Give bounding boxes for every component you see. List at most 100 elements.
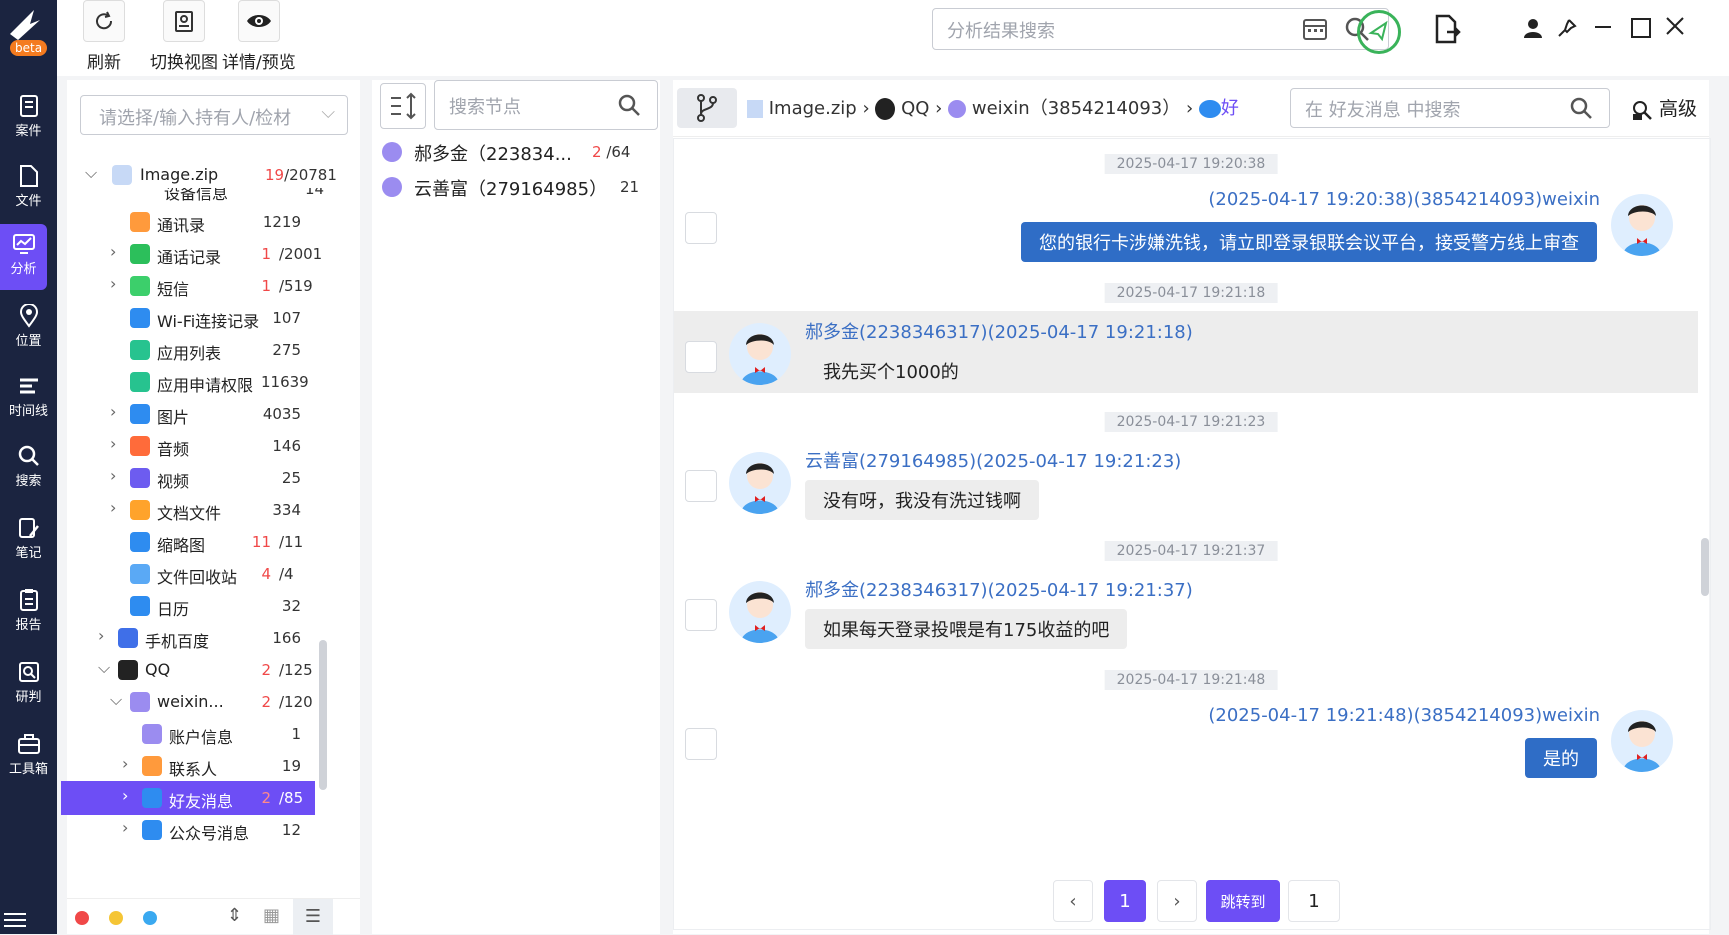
tree-item[interactable]: 通讯录 1219 bbox=[67, 205, 347, 239]
search-icon[interactable] bbox=[1569, 96, 1593, 120]
tree-item[interactable]: 应用列表 275 bbox=[67, 333, 347, 367]
chevron-right-icon[interactable]: › bbox=[110, 498, 116, 517]
chevron-right-icon[interactable]: › bbox=[110, 466, 116, 485]
message-checkbox[interactable] bbox=[685, 212, 717, 244]
chat-search-input[interactable]: 在 好友消息 中搜索 bbox=[1290, 88, 1610, 128]
maximize-icon[interactable] bbox=[1631, 18, 1651, 38]
nav-judge[interactable]: 研判 bbox=[0, 652, 57, 718]
tree-item[interactable]: › 联系人 19 bbox=[67, 749, 347, 783]
tree-item[interactable]: 应用申请权限 11639 bbox=[67, 365, 347, 399]
close-icon[interactable] bbox=[1665, 16, 1685, 40]
chevron-right-icon[interactable]: › bbox=[110, 402, 116, 421]
node-item[interactable]: 云善富（279164985） 21 bbox=[372, 170, 652, 204]
pin-icon[interactable] bbox=[1557, 18, 1577, 42]
chevron-right-icon[interactable]: › bbox=[122, 818, 128, 837]
jump-page-input[interactable]: 1 bbox=[1288, 880, 1340, 922]
chevron-right-icon[interactable]: › bbox=[110, 274, 116, 293]
sort-button[interactable] bbox=[380, 83, 426, 129]
owner-select[interactable]: 请选择/输入持有人/检材 ⌵ bbox=[80, 95, 348, 135]
tree-item[interactable]: › 手机百度 166 bbox=[67, 621, 347, 655]
tree-item[interactable]: › 图片 4035 bbox=[67, 397, 347, 431]
chevron-right-icon[interactable]: › bbox=[110, 434, 116, 453]
message-checkbox[interactable] bbox=[685, 599, 717, 631]
shield-status-icon[interactable] bbox=[1357, 10, 1401, 54]
chevron-down-icon[interactable]: ⌵ bbox=[110, 690, 122, 710]
tree-item[interactable]: › 视频 25 bbox=[67, 461, 347, 495]
message-checkbox[interactable] bbox=[685, 341, 717, 373]
list-view-icon[interactable]: ☰ bbox=[293, 899, 333, 935]
nav-report[interactable]: 报告 bbox=[0, 580, 57, 646]
user-icon[interactable] bbox=[1523, 18, 1543, 42]
tree-item[interactable]: › 好友消息 2/85 bbox=[61, 781, 315, 815]
tree-item-count: 25 bbox=[281, 469, 301, 487]
tree-item[interactable]: ⌵ QQ 2/125 bbox=[67, 653, 347, 687]
tree-item[interactable]: 文件回收站 4/4 bbox=[67, 557, 347, 591]
tree-item-label: 文件回收站 bbox=[157, 568, 238, 587]
next-page-button[interactable]: › bbox=[1157, 880, 1197, 922]
tree-item[interactable]: 日历 32 bbox=[67, 589, 347, 623]
nav-analysis[interactable]: 分析 bbox=[0, 224, 47, 290]
tree-item-partial[interactable]: 设备信息 14 bbox=[67, 188, 347, 202]
tree-item[interactable]: › 文档文件 334 bbox=[67, 493, 347, 527]
nav-search[interactable]: 搜索 bbox=[0, 436, 57, 502]
tree-item[interactable]: 缩略图 11/11 bbox=[67, 525, 347, 559]
message-bubble[interactable]: 我先买个1000的 bbox=[805, 351, 977, 391]
branch-button[interactable] bbox=[677, 88, 737, 128]
yellow-filter-dot[interactable] bbox=[109, 911, 123, 925]
tree-scrollbar[interactable] bbox=[319, 640, 327, 790]
jump-to-button[interactable]: 跳转到 bbox=[1206, 880, 1280, 922]
chevron-right-icon[interactable]: › bbox=[122, 786, 128, 805]
nav-location[interactable]: 位置 bbox=[0, 296, 57, 362]
result-search-input[interactable]: 分析结果搜索 bbox=[932, 8, 1389, 50]
current-page-button[interactable]: 1 bbox=[1104, 880, 1146, 922]
message-bubble[interactable]: 您的银行卡涉嫌洗钱，请立即登录银联会议平台，接受警方线上审查 bbox=[1021, 222, 1597, 262]
tree-item-count: 4/4 bbox=[241, 565, 293, 583]
chevron-right-icon[interactable]: › bbox=[110, 242, 116, 261]
tree-item[interactable]: 账户信息 1 bbox=[67, 717, 347, 751]
nav-file[interactable]: 文件 bbox=[0, 156, 57, 222]
red-filter-dot[interactable] bbox=[75, 911, 89, 925]
message-bubble[interactable]: 是的 bbox=[1525, 738, 1597, 778]
menu-icon[interactable] bbox=[4, 912, 26, 932]
message-bubble[interactable]: 没有呀，我没有洗过钱啊 bbox=[805, 480, 1039, 520]
grid-view-icon[interactable]: ▦ bbox=[263, 905, 280, 926]
breadcrumb-item[interactable]: Image.zip bbox=[769, 98, 857, 119]
refresh-button[interactable]: 刷新 bbox=[83, 0, 125, 73]
blue-filter-dot[interactable] bbox=[143, 911, 157, 925]
export-icon[interactable] bbox=[1433, 14, 1461, 48]
prev-page-button[interactable]: ‹ bbox=[1053, 880, 1093, 922]
advanced-label: 高级 bbox=[1659, 98, 1698, 120]
tree-item[interactable]: › 通话记录 1/2001 bbox=[67, 237, 347, 271]
nav-toolbox[interactable]: 工具箱 bbox=[0, 724, 57, 790]
breadcrumb-item[interactable]: weixin（3854214093） bbox=[972, 98, 1180, 119]
nav-timeline[interactable]: 时间线 bbox=[0, 366, 57, 432]
message-checkbox[interactable] bbox=[685, 470, 717, 502]
search-icon[interactable] bbox=[617, 93, 641, 117]
tree-item[interactable]: ⌵ weixin... 2/120 bbox=[67, 685, 347, 719]
breadcrumb-item[interactable]: QQ bbox=[901, 98, 929, 119]
message-checkbox[interactable] bbox=[685, 728, 717, 760]
tree-item[interactable]: › 公众号消息 12 bbox=[67, 813, 347, 847]
chevron-down-icon[interactable]: ⌵ bbox=[98, 658, 110, 678]
message-bubble[interactable]: 如果每天登录投喂是有175收益的吧 bbox=[805, 609, 1128, 649]
detail-preview-button[interactable]: 详情/预览 bbox=[222, 0, 296, 73]
advanced-search-button[interactable]: 高级 bbox=[1631, 94, 1697, 121]
chevron-right-icon[interactable]: › bbox=[98, 626, 104, 645]
node-search-input[interactable]: 搜索节点 bbox=[434, 80, 658, 130]
chat-scrollbar[interactable] bbox=[1701, 538, 1709, 596]
nav-note[interactable]: 笔记 bbox=[0, 508, 57, 574]
minimize-icon[interactable] bbox=[1595, 26, 1611, 28]
chevron-right-icon[interactable]: › bbox=[122, 754, 128, 773]
nav-case[interactable]: 案件 bbox=[0, 86, 57, 152]
breadcrumb-item[interactable]: 好 bbox=[1221, 98, 1239, 119]
tree-item[interactable]: › 短信 1/519 bbox=[67, 269, 347, 303]
calendar-icon[interactable] bbox=[1302, 16, 1328, 42]
node-item[interactable]: 郝多金（223834... 2 /64 bbox=[372, 135, 652, 169]
switch-view-button[interactable]: 切换视图 bbox=[150, 0, 218, 73]
tree-item[interactable]: Wi-Fi连接记录 107 bbox=[67, 301, 347, 335]
tree-root[interactable]: ⌵ Image.zip 19/20781 bbox=[67, 158, 347, 192]
tree-item[interactable]: › 音频 146 bbox=[67, 429, 347, 463]
beta-badge: beta bbox=[10, 40, 48, 56]
collapse-icon[interactable]: ⇕ bbox=[227, 905, 242, 926]
tree-item-label: 设备信息 bbox=[164, 188, 229, 202]
